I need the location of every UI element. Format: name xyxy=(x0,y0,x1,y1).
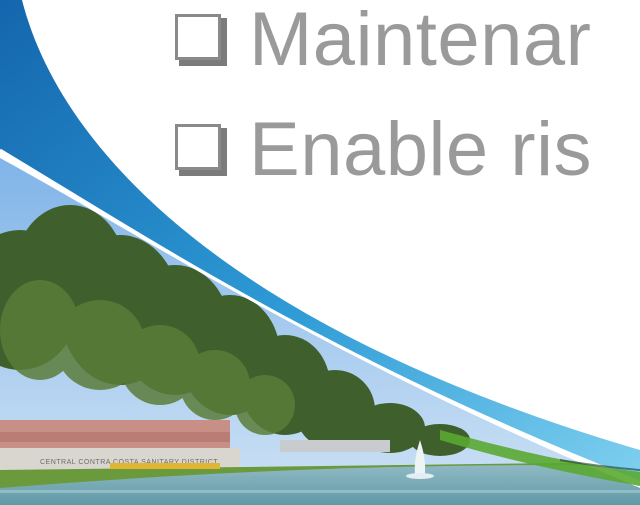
bullet-item: Enable ris xyxy=(175,112,592,188)
checkbox-icon xyxy=(175,124,227,176)
slide: CENTRAL CONTRA COSTA SANITARY DISTRICT M… xyxy=(0,0,640,505)
checkbox-icon xyxy=(175,14,227,66)
bullet-item: Maintenar xyxy=(175,2,591,78)
bullet-text: Enable ris xyxy=(249,107,592,192)
bullet-text: Maintenar xyxy=(249,0,592,82)
